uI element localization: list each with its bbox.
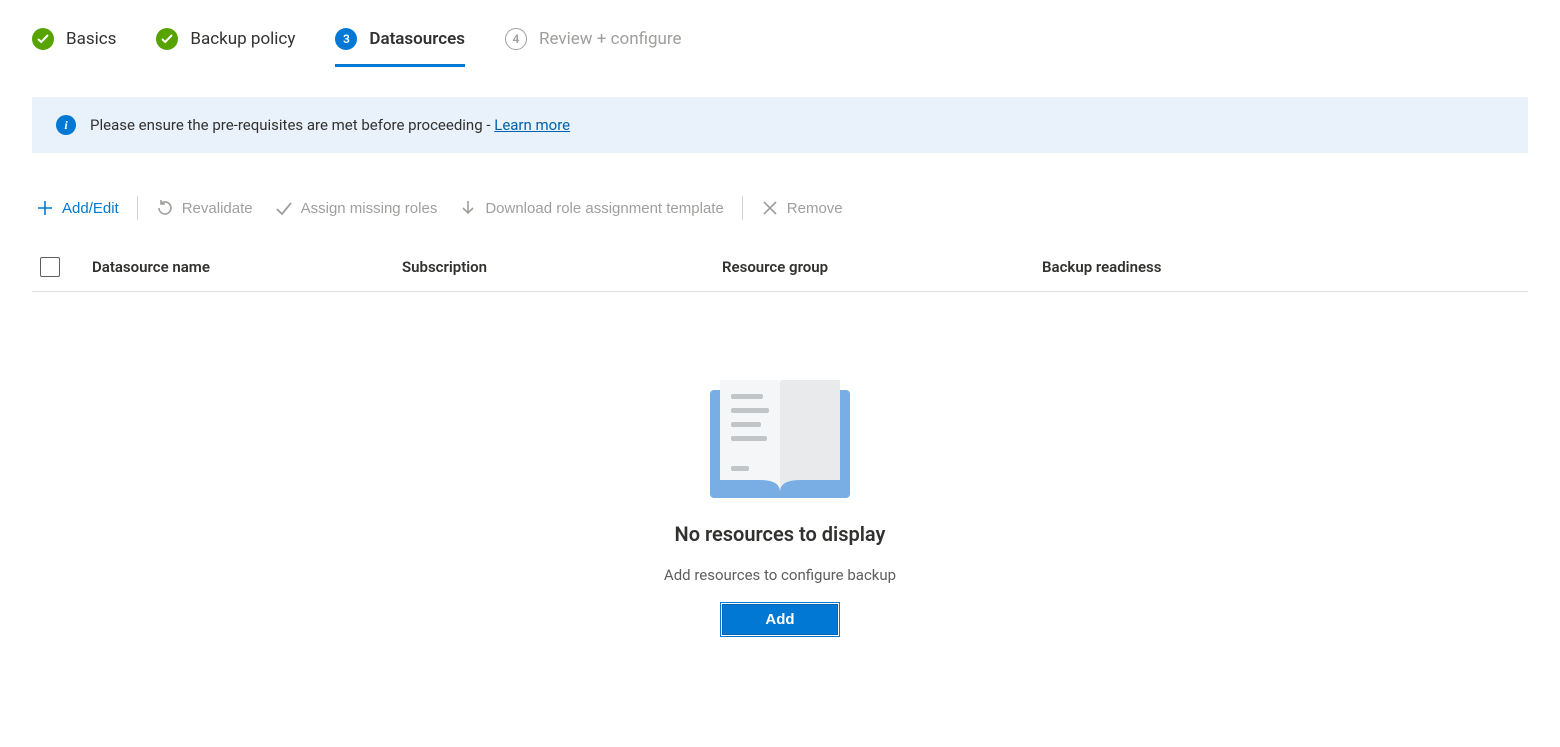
add-edit-button[interactable]: Add/Edit <box>32 195 123 221</box>
plus-icon <box>36 199 54 217</box>
book-icon <box>705 372 855 502</box>
refresh-icon <box>156 199 174 217</box>
wizard-tabs: Basics Backup policy 3 Datasources 4 Rev… <box>32 0 1528 67</box>
info-icon: i <box>56 115 76 135</box>
assign-roles-button[interactable]: Assign missing roles <box>271 195 442 221</box>
download-template-button[interactable]: Download role assignment template <box>455 195 727 221</box>
info-message: Please ensure the pre-requisites are met… <box>90 116 494 134</box>
wizard-step-basics[interactable]: Basics <box>32 28 116 67</box>
toolbar-separator <box>742 196 743 220</box>
datasource-table-header: Datasource name Subscription Resource gr… <box>32 243 1528 292</box>
button-label: Download role assignment template <box>485 200 723 217</box>
wizard-step-backup-policy[interactable]: Backup policy <box>156 28 295 67</box>
column-datasource-name: Datasource name <box>92 258 402 276</box>
check-icon <box>275 199 293 217</box>
select-all-checkbox[interactable] <box>40 257 60 277</box>
wizard-step-label: Datasources <box>369 29 465 49</box>
empty-title: No resources to display <box>675 522 886 546</box>
button-label: Revalidate <box>182 200 253 217</box>
empty-subtitle: Add resources to configure backup <box>664 566 896 584</box>
info-text: Please ensure the pre-requisites are met… <box>90 116 570 134</box>
wizard-step-label: Basics <box>66 29 116 49</box>
button-label: Remove <box>787 200 843 217</box>
wizard-step-label: Backup policy <box>190 29 295 49</box>
step-number-icon: 4 <box>505 28 527 50</box>
remove-button[interactable]: Remove <box>757 195 847 221</box>
button-label: Assign missing roles <box>301 200 438 217</box>
revalidate-button[interactable]: Revalidate <box>152 195 257 221</box>
check-icon <box>32 28 54 50</box>
column-resource-group: Resource group <box>722 258 1042 276</box>
check-icon <box>156 28 178 50</box>
info-banner: i Please ensure the pre-requisites are m… <box>32 97 1528 153</box>
wizard-step-datasources[interactable]: 3 Datasources <box>335 28 465 67</box>
toolbar-separator <box>137 196 138 220</box>
column-subscription: Subscription <box>402 258 722 276</box>
empty-state: No resources to display Add resources to… <box>32 372 1528 635</box>
close-icon <box>761 199 779 217</box>
download-icon <box>459 199 477 217</box>
wizard-step-review[interactable]: 4 Review + configure <box>505 28 682 67</box>
add-button[interactable]: Add <box>722 604 837 635</box>
learn-more-link[interactable]: Learn more <box>494 116 570 134</box>
datasource-toolbar: Add/Edit Revalidate Assign missing roles… <box>32 195 1528 221</box>
button-label: Add/Edit <box>62 200 119 217</box>
column-backup-readiness: Backup readiness <box>1042 258 1528 276</box>
step-number-icon: 3 <box>335 28 357 50</box>
wizard-step-label: Review + configure <box>539 29 682 49</box>
